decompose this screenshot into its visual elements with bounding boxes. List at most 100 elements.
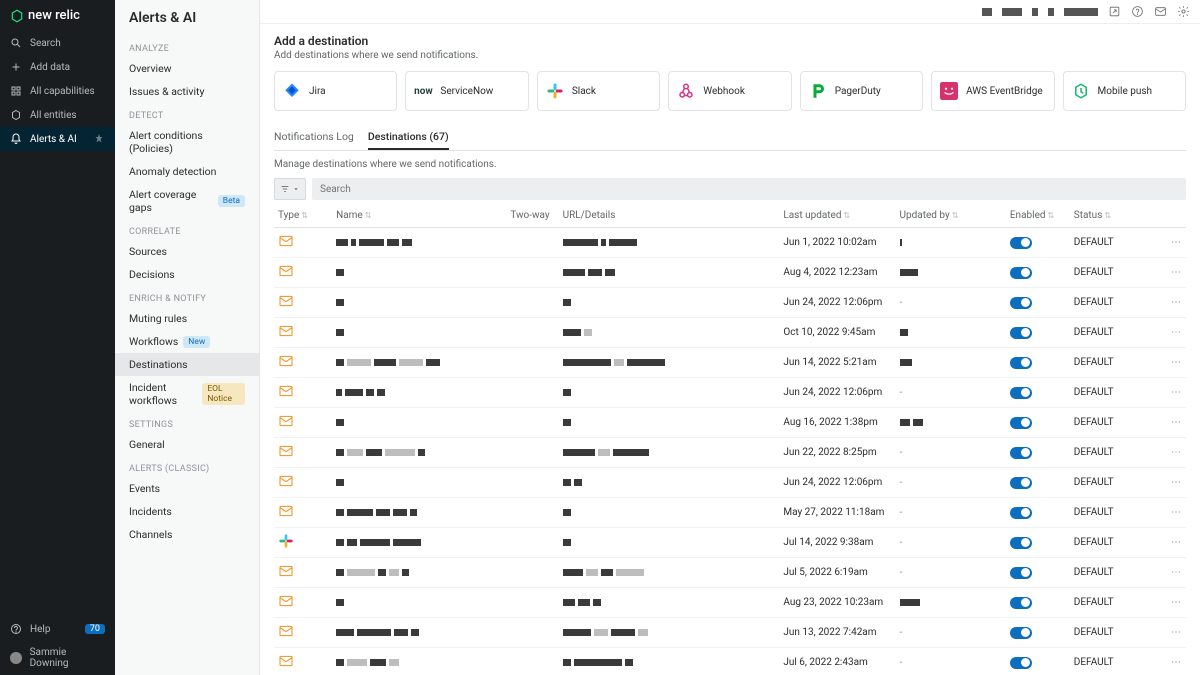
enabled-toggle[interactable] (1010, 267, 1032, 279)
enabled-toggle[interactable] (1010, 657, 1032, 669)
enabled-toggle[interactable] (1010, 627, 1032, 639)
enabled-toggle[interactable] (1010, 477, 1032, 489)
row-more-button[interactable]: ⋯ (1171, 537, 1182, 548)
row-more-button[interactable]: ⋯ (1171, 357, 1182, 368)
slack-icon (546, 82, 564, 100)
table-row[interactable]: May 27, 2022 11:18am-DEFAULT⋯ (274, 498, 1186, 528)
nav-search[interactable]: Search (0, 31, 115, 55)
table-row[interactable]: Jun 24, 2022 12:06pm-DEFAULT⋯ (274, 468, 1186, 498)
col-header[interactable]: Type⇅ (274, 204, 332, 228)
enabled-toggle[interactable] (1010, 297, 1032, 309)
share-icon[interactable] (1108, 5, 1121, 18)
table-row[interactable]: Jun 14, 2022 5:21amDEFAULT⋯ (274, 348, 1186, 378)
table-row[interactable]: Jun 13, 2022 7:42am-DEFAULT⋯ (274, 618, 1186, 648)
row-more-button[interactable]: ⋯ (1171, 477, 1182, 488)
card-servicenow[interactable]: nowServiceNow (405, 71, 528, 111)
enabled-toggle[interactable] (1010, 597, 1032, 609)
table-row[interactable]: Jul 14, 2022 9:38am-DEFAULT⋯ (274, 528, 1186, 558)
filter-button[interactable] (274, 178, 306, 200)
row-more-button[interactable]: ⋯ (1171, 567, 1182, 578)
table-row[interactable]: Oct 10, 2022 9:45amDEFAULT⋯ (274, 318, 1186, 348)
enabled-cell (1006, 588, 1070, 618)
sidebar-item-events[interactable]: Events (115, 477, 259, 500)
mail-icon[interactable] (1154, 5, 1167, 18)
table-row[interactable]: Jul 6, 2022 2:43am-DEFAULT⋯ (274, 648, 1186, 675)
nav-add-data[interactable]: Add data (0, 55, 115, 79)
enabled-toggle[interactable] (1010, 567, 1032, 579)
col-header[interactable]: Name⇅ (332, 204, 506, 228)
enabled-toggle[interactable] (1010, 357, 1032, 369)
card-webhook[interactable]: Webhook (668, 71, 791, 111)
row-more-button[interactable]: ⋯ (1171, 387, 1182, 398)
enabled-toggle[interactable] (1010, 447, 1032, 459)
enabled-toggle[interactable] (1010, 417, 1032, 429)
sidebar-item-anomaly-detection[interactable]: Anomaly detection (115, 160, 259, 183)
sidebar-item-workflows[interactable]: WorkflowsNew (115, 330, 259, 353)
sidebar-item-general[interactable]: General (115, 433, 259, 456)
row-more-button[interactable]: ⋯ (1171, 597, 1182, 608)
table-row[interactable]: Aug 16, 2022 1:38pmDEFAULT⋯ (274, 408, 1186, 438)
table-row[interactable]: Jun 24, 2022 12:06pm-DEFAULT⋯ (274, 288, 1186, 318)
table-row[interactable]: Aug 4, 2022 12:23amDEFAULT⋯ (274, 258, 1186, 288)
sidebar-item-decisions[interactable]: Decisions (115, 263, 259, 286)
col-header[interactable]: Status⇅ (1070, 204, 1163, 228)
sidebar-item-destinations[interactable]: Destinations (115, 353, 259, 376)
sidebar-item-incidents[interactable]: Incidents (115, 500, 259, 523)
type-cell (274, 408, 332, 438)
card-mobile-push[interactable]: Mobile push (1063, 71, 1186, 111)
table-row[interactable]: Jun 24, 2022 12:06pm-DEFAULT⋯ (274, 378, 1186, 408)
row-more-button[interactable]: ⋯ (1171, 447, 1182, 458)
settings-icon[interactable] (1177, 5, 1190, 18)
table-row[interactable]: Aug 23, 2022 10:23amDEFAULT⋯ (274, 588, 1186, 618)
col-header[interactable]: Updated by⇅ (896, 204, 1006, 228)
enabled-toggle[interactable] (1010, 537, 1032, 549)
enabled-toggle[interactable] (1010, 327, 1032, 339)
enabled-toggle[interactable] (1010, 387, 1032, 399)
card-slack[interactable]: Slack (537, 71, 660, 111)
nav-all-capabilities[interactable]: All capabilities (0, 79, 115, 103)
brand-logo[interactable]: new relic (0, 0, 115, 31)
enabled-cell (1006, 558, 1070, 588)
sidebar-item-alert-conditions-policies-[interactable]: Alert conditions (Policies) (115, 124, 259, 160)
sidebar-item-incident-workflows[interactable]: Incident workflowsEOL Notice (115, 376, 259, 412)
sidebar-item-alert-coverage-gaps[interactable]: Alert coverage gapsBeta (115, 183, 259, 219)
nav-alerts-ai[interactable]: Alerts & AI (0, 127, 115, 151)
type-cell (274, 498, 332, 528)
row-more-button[interactable]: ⋯ (1171, 297, 1182, 308)
nav-help[interactable]: Help 70 (0, 617, 115, 641)
card-jira[interactable]: Jira (274, 71, 397, 111)
url-cell (559, 228, 780, 258)
section-label: ANALYZE (115, 36, 259, 57)
updatedby-cell (896, 348, 1006, 378)
table-row[interactable]: Jun 22, 2022 8:25pm-DEFAULT⋯ (274, 438, 1186, 468)
enabled-toggle[interactable] (1010, 237, 1032, 249)
row-more-button[interactable]: ⋯ (1171, 267, 1182, 278)
enabled-toggle[interactable] (1010, 507, 1032, 519)
sidebar-item-issues-activity[interactable]: Issues & activity (115, 80, 259, 103)
row-more-button[interactable]: ⋯ (1171, 327, 1182, 338)
url-cell (559, 468, 780, 498)
sidebar-item-sources[interactable]: Sources (115, 240, 259, 263)
row-more-button[interactable]: ⋯ (1171, 627, 1182, 638)
brand-name: new relic (28, 8, 80, 23)
card-aws-eventbridge[interactable]: AWS EventBridge (931, 71, 1054, 111)
sidebar-item-overview[interactable]: Overview (115, 57, 259, 80)
row-more-button[interactable]: ⋯ (1171, 237, 1182, 248)
search-input[interactable] (312, 178, 1186, 200)
table-row[interactable]: Jun 1, 2022 10:02amDEFAULT⋯ (274, 228, 1186, 258)
col-header[interactable]: Last updated⇅ (779, 204, 895, 228)
col-header[interactable]: Enabled⇅ (1006, 204, 1070, 228)
tab-destinations-[interactable]: Destinations (67) (368, 125, 449, 150)
card-pagerduty[interactable]: PagerDuty (800, 71, 923, 111)
help-icon[interactable] (1131, 5, 1144, 18)
status-cell: DEFAULT (1070, 258, 1163, 288)
sidebar-item-channels[interactable]: Channels (115, 523, 259, 546)
row-more-button[interactable]: ⋯ (1171, 657, 1182, 668)
nav-user[interactable]: Sammie Downing (0, 641, 115, 675)
sidebar-item-muting-rules[interactable]: Muting rules (115, 307, 259, 330)
nav-all-entities[interactable]: All entities (0, 103, 115, 127)
tab-notifications-log[interactable]: Notifications Log (274, 125, 354, 150)
row-more-button[interactable]: ⋯ (1171, 507, 1182, 518)
table-row[interactable]: Jul 5, 2022 6:19am-DEFAULT⋯ (274, 558, 1186, 588)
row-more-button[interactable]: ⋯ (1171, 417, 1182, 428)
